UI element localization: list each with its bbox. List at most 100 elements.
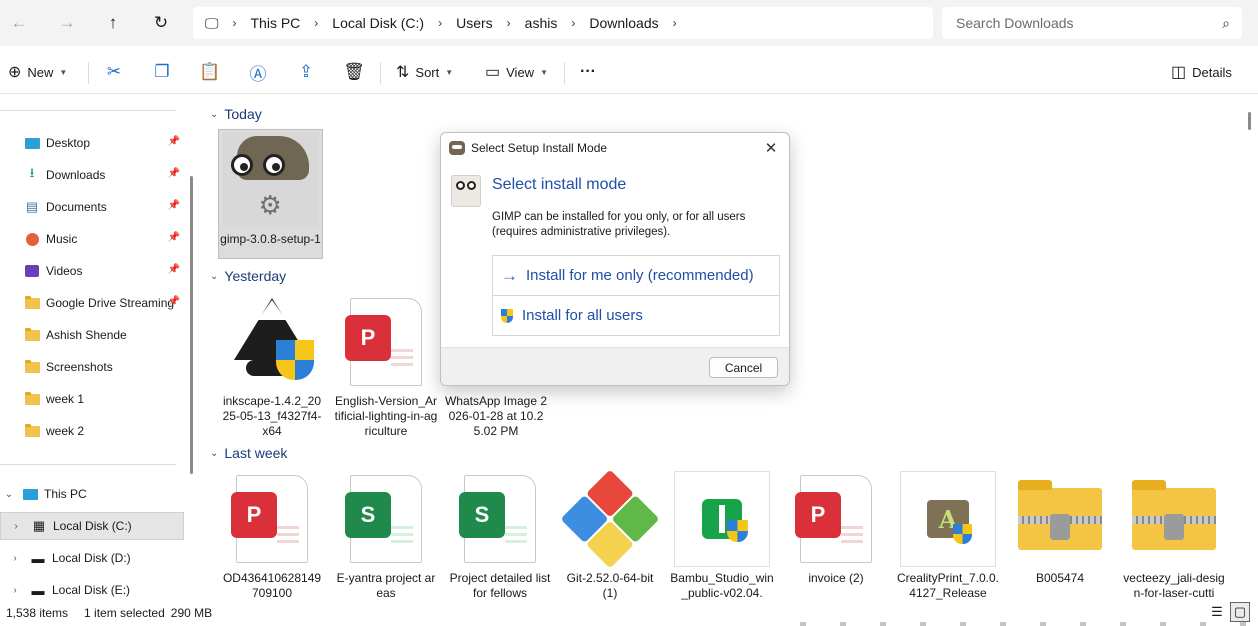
sidebar-item-week-1[interactable]: week 1 <box>0 385 184 413</box>
background-text-peek <box>800 622 1258 626</box>
file-tile-bambu-studio[interactable]: Bambu_Studio_win_public-v02.04. <box>670 471 774 600</box>
sidebar-scrollbar[interactable] <box>190 176 193 474</box>
sheet-badge-icon: S <box>459 492 505 538</box>
gimp-icon <box>449 141 465 155</box>
chevron-right-icon[interactable]: › <box>8 553 22 564</box>
pdf-file-icon: P <box>338 294 434 390</box>
chevron-down-icon[interactable]: ⌄ <box>210 448 218 459</box>
sort-button[interactable]: ⇅ Sort ▼ <box>396 60 453 84</box>
tiles-view-icon[interactable]: ▢ <box>1230 602 1250 622</box>
sidebar-item-google-drive[interactable]: Google Drive Streaming 📌 <box>0 289 184 317</box>
share-icon[interactable]: ⇪ <box>293 60 319 84</box>
new-button[interactable]: ⊕ New ▼ <box>8 60 67 84</box>
file-tile-english-version[interactable]: P English-Version_Artificial-lighting-in… <box>334 294 438 439</box>
forward-button[interactable]: → <box>54 10 80 36</box>
breadcrumb-ashis[interactable]: ashis <box>525 15 558 31</box>
view-button[interactable]: ▭ View ▼ <box>485 60 548 84</box>
cut-icon[interactable]: ✂ <box>101 60 127 84</box>
file-name: inkscape-1.4.2_2025-05-13_f4327f4-x64 <box>222 394 322 438</box>
file-tile-inkscape[interactable]: inkscape-1.4.2_2025-05-13_f4327f4-x64 <box>220 294 324 439</box>
up-button[interactable]: ↑ <box>100 10 126 36</box>
pin-icon[interactable]: 📌 <box>168 168 180 179</box>
refresh-button[interactable]: ↻ <box>148 10 174 36</box>
chevron-right-icon[interactable]: › <box>233 16 237 30</box>
sidebar-item-local-disk-c[interactable]: › ▦ Local Disk (C:) <box>0 512 184 540</box>
breadcrumb-downloads[interactable]: Downloads <box>589 15 658 31</box>
details-view-icon[interactable]: ☰ <box>1207 602 1227 622</box>
pin-icon[interactable]: 📌 <box>168 136 180 147</box>
breadcrumb-users[interactable]: Users <box>456 15 493 31</box>
chevron-down-icon[interactable]: ⌄ <box>2 489 16 500</box>
cancel-button[interactable]: Cancel <box>709 357 778 378</box>
details-button[interactable]: ◫ Details <box>1171 60 1232 84</box>
group-header-last-week[interactable]: ⌄ Last week <box>210 445 287 461</box>
file-tile-invoice[interactable]: P invoice (2) <box>784 471 888 586</box>
file-tile-gimp-setup[interactable]: ⚙ gimp-3.0.8-setup-1 <box>218 129 323 259</box>
chevron-right-icon[interactable]: › <box>314 16 318 30</box>
rename-icon[interactable]: Ⓐ <box>245 60 271 84</box>
paste-icon[interactable]: 📋 <box>197 60 223 84</box>
sidebar-item-screenshots[interactable]: Screenshots <box>0 353 184 381</box>
back-button[interactable]: ← <box>6 10 32 36</box>
file-tile-od436[interactable]: P OD436410628149709100 <box>220 471 324 600</box>
breadcrumb[interactable]: 🖵 › This PC › Local Disk (C:) › Users › … <box>193 7 933 39</box>
close-icon[interactable]: ✕ <box>761 138 781 158</box>
selection-size: 290 MB <box>170 606 213 620</box>
chevron-right-icon[interactable]: › <box>8 585 22 596</box>
file-tile-git-installer[interactable]: Git-2.52.0-64-bit (1) <box>558 469 662 600</box>
pin-icon[interactable]: 📌 <box>168 232 180 243</box>
uac-shield-icon <box>276 340 314 380</box>
group-header-yesterday[interactable]: ⌄ Yesterday <box>210 268 286 284</box>
file-tile-project-list[interactable]: S Project detailed list for fellows <box>448 471 552 600</box>
desktop-icon <box>24 136 40 150</box>
monitor-icon[interactable]: 🖵 <box>205 15 219 32</box>
git-app-icon <box>560 469 660 569</box>
sidebar-divider <box>0 464 176 465</box>
sidebar-item-local-disk-d[interactable]: › ▬ Local Disk (D:) <box>0 544 184 572</box>
sidebar-item-documents[interactable]: ▤ Documents 📌 <box>0 193 184 221</box>
chevron-right-icon[interactable]: › <box>507 16 511 30</box>
search-input[interactable]: Search Downloads ⌕ <box>942 7 1242 39</box>
delete-icon[interactable]: 🗑 <box>341 60 367 84</box>
spreadsheet-file-icon: S <box>338 471 434 567</box>
breadcrumb-this-pc[interactable]: This PC <box>251 15 301 31</box>
breadcrumb-local-disk-c[interactable]: Local Disk (C:) <box>332 15 424 31</box>
copy-icon[interactable]: ❐ <box>149 60 175 84</box>
sidebar-item-label: Music <box>46 232 78 246</box>
spreadsheet-file-icon: S <box>452 471 548 567</box>
search-placeholder: Search Downloads <box>956 15 1074 31</box>
sidebar-item-local-disk-e[interactable]: › ▬ Local Disk (E:) <box>0 576 184 600</box>
chevron-right-icon[interactable]: › <box>673 16 677 30</box>
chevron-right-icon[interactable]: › <box>571 16 575 30</box>
file-tile-crealityprint[interactable]: A CrealityPrint_7.0.0.4127_Release <box>896 471 1000 600</box>
more-options-button[interactable]: ··· <box>580 60 596 84</box>
chevron-down-icon: ▼ <box>59 67 68 77</box>
sidebar-item-downloads[interactable]: ⭳ Downloads 📌 <box>0 161 184 189</box>
sidebar-item-ashish-shende[interactable]: Ashish Shende <box>0 321 184 349</box>
install-for-me-button[interactable]: → Install for me only (recommended) <box>492 255 780 296</box>
search-icon[interactable]: ⌕ <box>1222 15 1230 32</box>
sidebar-item-desktop[interactable]: Desktop 📌 <box>0 129 184 157</box>
pin-icon[interactable]: 📌 <box>168 200 180 211</box>
chevron-right-icon[interactable]: › <box>438 16 442 30</box>
file-tile-vecteezy[interactable]: vecteezy_jali-design-for-laser-cutti <box>1122 471 1226 600</box>
pin-icon[interactable]: 📌 <box>168 264 180 275</box>
chevron-right-icon[interactable]: › <box>9 521 23 532</box>
sidebar-item-videos[interactable]: Videos 📌 <box>0 257 184 285</box>
drive-icon: ▬ <box>31 550 45 566</box>
sidebar-item-this-pc[interactable]: ⌄ This PC <box>0 480 184 508</box>
chevron-down-icon[interactable]: ⌄ <box>210 271 218 282</box>
chevron-down-icon[interactable]: ⌄ <box>210 109 218 120</box>
install-for-all-button[interactable]: Install for all users <box>492 295 780 336</box>
scrollbar-thumb[interactable] <box>1248 112 1251 130</box>
dialog-titlebar[interactable]: Select Setup Install Mode ✕ <box>441 133 789 163</box>
sidebar-item-week-2[interactable]: week 2 <box>0 417 184 445</box>
content-scrollbar[interactable] <box>1245 96 1258 600</box>
pin-icon[interactable]: 📌 <box>168 296 180 307</box>
item-count: 1,538 items <box>6 606 69 620</box>
sidebar-item-music[interactable]: Music 📌 <box>0 225 184 253</box>
group-header-today[interactable]: ⌄ Today <box>210 106 262 122</box>
file-tile-b005474[interactable]: B005474 <box>1008 471 1112 586</box>
file-tile-e-yantra[interactable]: S E-yantra project areas <box>334 471 438 600</box>
sidebar-item-label: Local Disk (E:) <box>52 583 131 597</box>
